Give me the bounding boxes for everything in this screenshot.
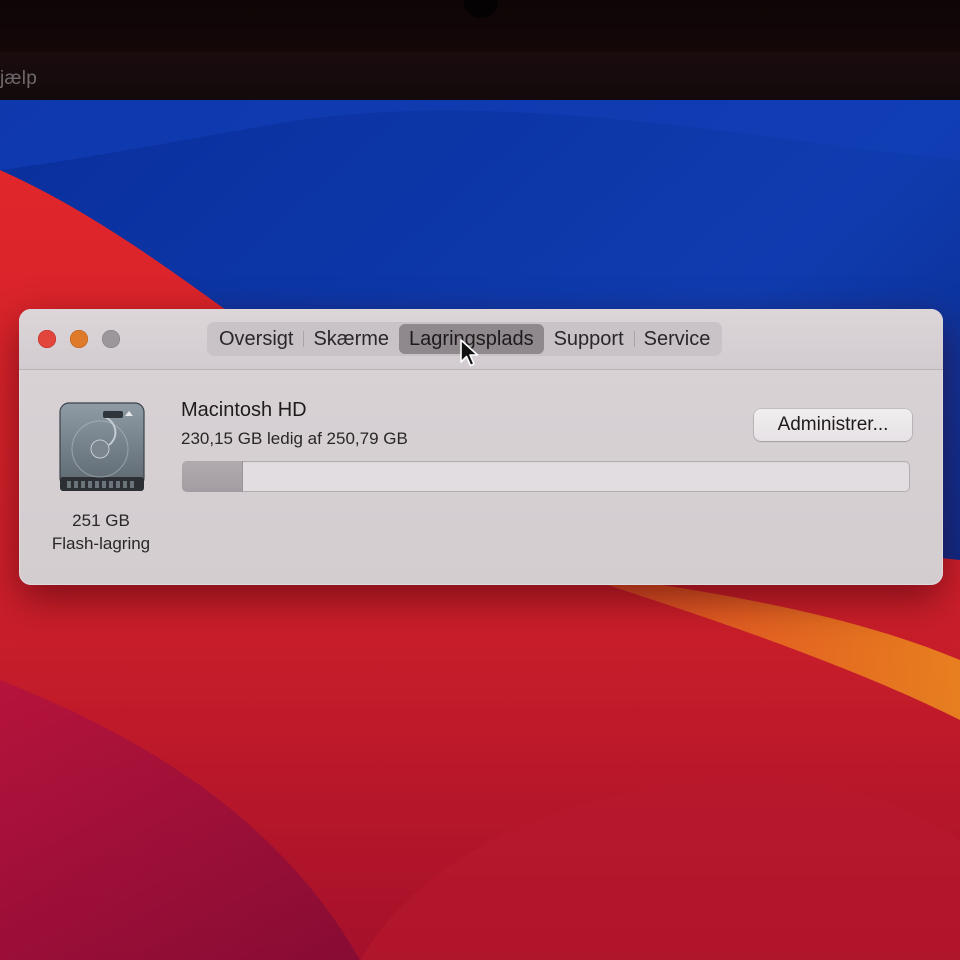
tab-oversigt[interactable]: Oversigt xyxy=(209,324,303,354)
tab-service[interactable]: Service xyxy=(633,324,721,354)
disk-capacity: 251 GB xyxy=(72,511,130,530)
window-titlebar: Oversigt Skærme Lagringsplads Support Se… xyxy=(19,309,943,370)
tab-skaerme[interactable]: Skærme xyxy=(303,324,399,354)
volume-name: Macintosh HD xyxy=(181,399,307,421)
tab-support[interactable]: Support xyxy=(544,324,634,354)
volume-free-space: 230,15 GB ledig af 250,79 GB xyxy=(181,429,408,448)
internal-drive-icon xyxy=(59,402,145,491)
screen-bezel xyxy=(0,0,960,52)
minimize-button[interactable] xyxy=(70,330,88,348)
zoom-button[interactable] xyxy=(102,330,120,348)
menu-item-help[interactable]: jælp xyxy=(0,68,37,90)
close-button[interactable] xyxy=(38,330,56,348)
about-this-mac-window: Oversigt Skærme Lagringsplads Support Se… xyxy=(19,309,943,585)
mouse-pointer-icon xyxy=(460,339,479,367)
menu-bar xyxy=(0,52,960,102)
storage-usage-bar xyxy=(182,461,910,492)
storage-used-segment xyxy=(182,461,243,492)
disk-type: Flash-lagring xyxy=(51,534,151,553)
manage-storage-button[interactable]: Administrer... xyxy=(754,409,912,441)
camera-notch xyxy=(464,0,498,18)
